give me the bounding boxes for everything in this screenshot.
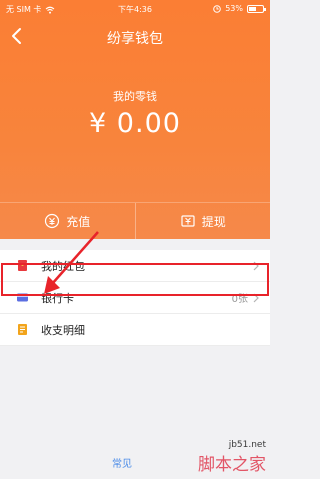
deposit-label: 充值 bbox=[66, 214, 91, 229]
alarm-icon bbox=[213, 4, 222, 13]
nav-bar: 纷享钱包 bbox=[0, 18, 270, 54]
withdraw-label: 提现 bbox=[201, 214, 226, 229]
chevron-right-icon bbox=[253, 293, 259, 303]
watermark: jb51.net 脚本之家 bbox=[198, 440, 266, 475]
bank-card-count: 0张 bbox=[231, 294, 248, 305]
watermark-name: 脚本之家 bbox=[198, 455, 266, 475]
page-title: 纷享钱包 bbox=[107, 31, 163, 47]
wallet-header: 无 SIM 卡 下午4:36 53% 纷享钱包 我的零钱 ¥ 0.00 充值 提… bbox=[0, 0, 270, 239]
chevron-right-icon bbox=[253, 261, 259, 271]
balance-amount: ¥ 0.00 bbox=[89, 108, 181, 139]
battery-level bbox=[249, 6, 256, 11]
statement-icon bbox=[16, 323, 29, 336]
faq-link[interactable]: 常见 bbox=[112, 455, 132, 470]
withdraw-icon bbox=[181, 215, 195, 227]
withdraw-button[interactable]: 提现 bbox=[134, 203, 271, 239]
bank-card-icon bbox=[16, 291, 29, 304]
battery-icon bbox=[247, 4, 266, 13]
pointer-arrow bbox=[44, 231, 99, 294]
battery-percent: 53% bbox=[225, 4, 243, 13]
red-packet-icon bbox=[16, 259, 29, 272]
balance-label: 我的零钱 bbox=[113, 90, 157, 103]
watermark-url: jb51.net bbox=[228, 440, 266, 450]
menu-item-statement[interactable]: 收支明细 bbox=[0, 314, 270, 346]
deposit-icon bbox=[45, 213, 60, 229]
status-bar: 无 SIM 卡 下午4:36 53% bbox=[0, 0, 270, 18]
menu-item-label: 收支明细 bbox=[41, 323, 85, 337]
